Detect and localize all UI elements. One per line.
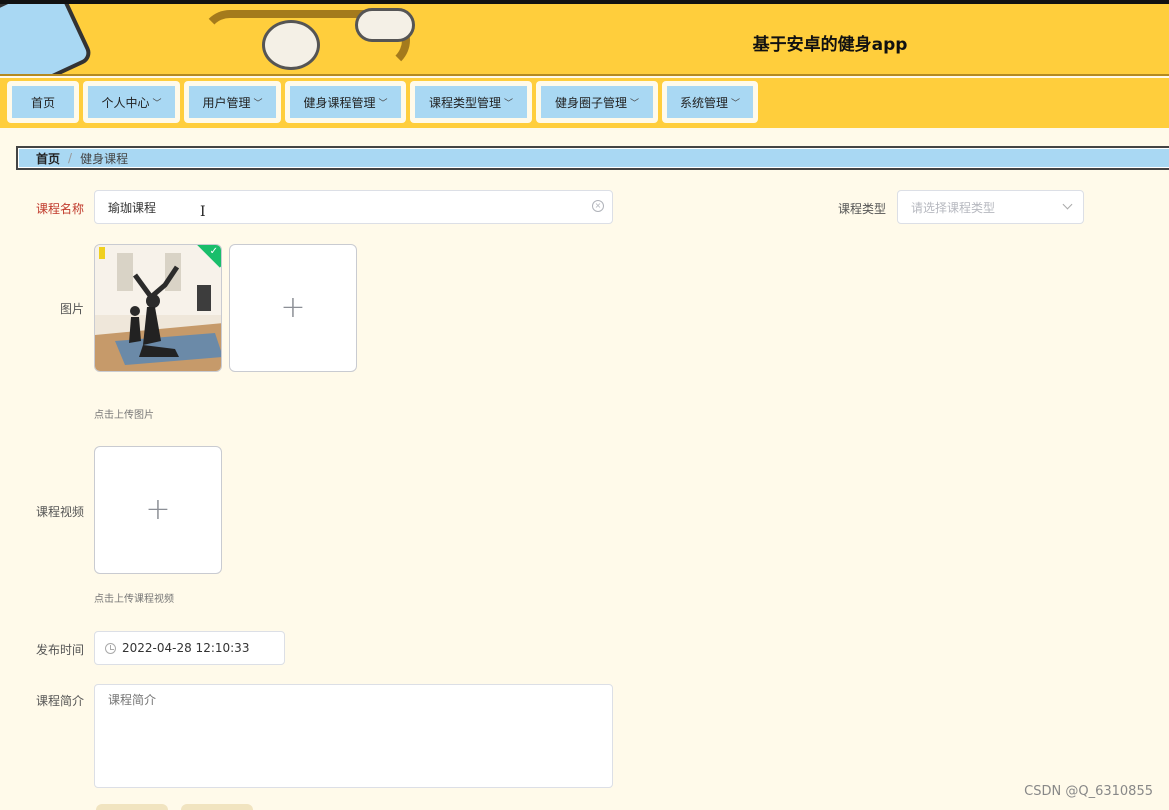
earbud-illustration <box>262 20 320 70</box>
publish-time-picker[interactable]: 2022-04-28 12:10:33 <box>94 631 285 665</box>
circle-x-icon[interactable]: × <box>592 200 604 212</box>
nav-item-label: 个人中心 <box>101 95 150 110</box>
breadcrumb-current: 健身课程 <box>80 151 129 166</box>
publish-time-value: 2022-04-28 12:10:33 <box>122 641 250 655</box>
nav-item-course-type-management[interactable]: 课程类型管理 ﹀ <box>410 81 532 123</box>
course-intro-label: 课程简介 <box>35 694 84 708</box>
video-label: 课程视频 <box>35 505 84 519</box>
chevron-down-icon: ﹀ <box>504 98 514 109</box>
breadcrumb-home[interactable]: 首页 <box>36 150 60 167</box>
cancel-button[interactable] <box>181 804 253 810</box>
chevron-down-icon: ﹀ <box>152 98 162 109</box>
course-type-label: 课程类型 <box>837 202 886 216</box>
app-header: 基于安卓的健身app <box>0 4 1169 76</box>
nav-item-label: 用户管理 <box>202 95 251 110</box>
nav-item-personal-center[interactable]: 个人中心 ﹀ <box>83 81 180 123</box>
publish-time-label: 发布时间 <box>35 643 84 657</box>
nav-item-system-management[interactable]: 系统管理 ﹀ <box>662 81 758 123</box>
course-type-select[interactable]: 请选择课程类型 <box>897 190 1084 224</box>
chevron-down-icon: ﹀ <box>630 98 640 109</box>
app-title: 基于安卓的健身app <box>752 35 908 55</box>
nav-item-user-management[interactable]: 用户管理 ﹀ <box>184 81 281 123</box>
course-intro-textarea[interactable] <box>94 684 613 788</box>
nav-item-course-management[interactable]: 健身课程管理 ﹀ <box>285 81 406 123</box>
image-upload-hint: 点击上传图片 <box>94 410 154 421</box>
plus-icon: + <box>145 492 171 527</box>
text-cursor-icon: I <box>200 204 206 220</box>
watermark: CSDN @Q_6310855 <box>1024 784 1153 799</box>
course-name-label: 课程名称 <box>35 202 84 216</box>
course-type-placeholder: 请选择课程类型 <box>911 200 996 215</box>
uploaded-image-thumbnail[interactable]: ✓ <box>94 244 222 372</box>
phone-illustration <box>0 4 95 74</box>
yoga-class-photo <box>95 245 221 371</box>
breadcrumb: 首页 / 健身课程 <box>16 146 1169 170</box>
course-name-value: 瑜珈课程 <box>108 200 157 215</box>
nav-item-label: 系统管理 <box>679 95 728 110</box>
nav-item-label: 健身圈子管理 <box>554 95 627 110</box>
plus-icon: + <box>280 290 306 325</box>
submit-button[interactable] <box>96 804 168 810</box>
chevron-down-icon: ﹀ <box>253 98 263 109</box>
clock-icon <box>105 642 116 654</box>
breadcrumb-separator: / <box>68 151 73 165</box>
nav-item-label: 首页 <box>30 95 55 110</box>
nav-item-circle-management[interactable]: 健身圈子管理 ﹀ <box>536 81 658 123</box>
image-upload-button[interactable]: + <box>229 244 357 372</box>
course-name-input[interactable]: 瑜珈课程 × <box>94 190 613 224</box>
earbud-illustration <box>355 8 415 42</box>
chevron-down-icon <box>1062 199 1073 210</box>
check-icon: ✓ <box>209 246 218 257</box>
video-upload-hint: 点击上传课程视频 <box>94 594 174 605</box>
main-nav: 首页 个人中心 ﹀ 用户管理 ﹀ 健身课程管理 ﹀ 课程类型管理 ﹀ 健身圈子管理 ﹀ 系… <box>0 78 1169 128</box>
video-upload-button[interactable]: + <box>94 446 222 574</box>
chevron-down-icon: ﹀ <box>731 98 741 109</box>
nav-item-home[interactable]: 首页 <box>7 81 79 123</box>
chevron-down-icon: ﹀ <box>378 98 388 109</box>
nav-item-label: 课程类型管理 <box>428 95 501 110</box>
image-label: 图片 <box>59 302 84 316</box>
nav-item-label: 健身课程管理 <box>303 95 376 110</box>
